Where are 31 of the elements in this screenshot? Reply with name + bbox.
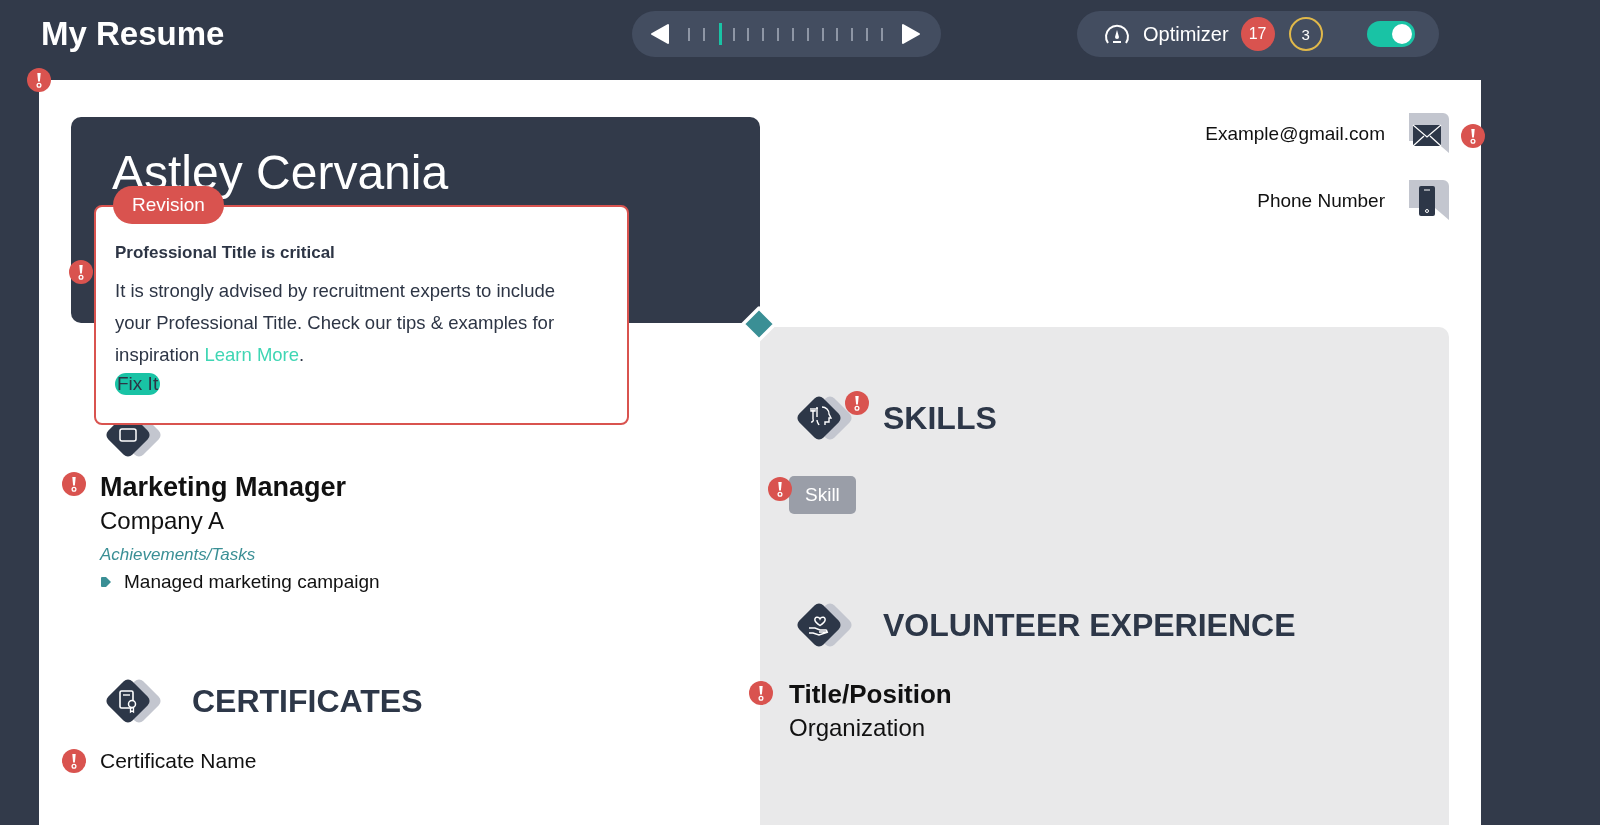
- achievements-label: Achievements/Tasks: [100, 545, 257, 565]
- tooltip-text: It is strongly advised by recruitment experts to include your Professional Title. Check our tips & examples for inspiration Learn More.: [115, 279, 557, 367]
- phone-text[interactable]: Phone Number: [1257, 190, 1385, 212]
- fix-it-button[interactable]: Fix It: [115, 373, 161, 395]
- mail-icon: [1407, 113, 1449, 155]
- job-title[interactable]: Marketing Manager: [100, 472, 760, 503]
- email-text[interactable]: Example@gmail.com: [1205, 123, 1385, 145]
- section-heading: VOLUNTEER EXPERIENCE: [883, 606, 1296, 644]
- alert-icon[interactable]: [27, 68, 51, 92]
- previous-icon[interactable]: [650, 23, 670, 45]
- critical-count: 17: [1240, 17, 1275, 51]
- phone-icon: [1407, 180, 1449, 222]
- tooltip-title: Professional Title is critical: [115, 243, 336, 263]
- warning-count: 3: [1288, 17, 1323, 51]
- section-heading: SKILLS: [883, 399, 997, 437]
- bullet-icon: [100, 576, 112, 588]
- optimizer-toggle[interactable]: [1367, 21, 1415, 47]
- position-title[interactable]: Title/Position: [789, 679, 1449, 710]
- section-heading: CERTIFICATES: [192, 682, 423, 720]
- connector-handle[interactable]: [741, 306, 777, 342]
- certificate-name[interactable]: Certificate Name: [100, 749, 257, 772]
- version-slider[interactable]: [632, 11, 941, 57]
- organization-name[interactable]: Organization: [789, 714, 1449, 742]
- app-title: My Resume: [40, 15, 226, 53]
- task-item[interactable]: Managed marketing campaign: [124, 571, 380, 593]
- alert-icon[interactable]: [69, 260, 93, 284]
- slider-thumb[interactable]: [718, 23, 722, 45]
- alert-icon[interactable]: [1461, 124, 1485, 148]
- company-name[interactable]: Company A: [100, 507, 760, 535]
- optimizer-label: Optimizer: [1143, 22, 1229, 46]
- next-icon[interactable]: [901, 23, 921, 45]
